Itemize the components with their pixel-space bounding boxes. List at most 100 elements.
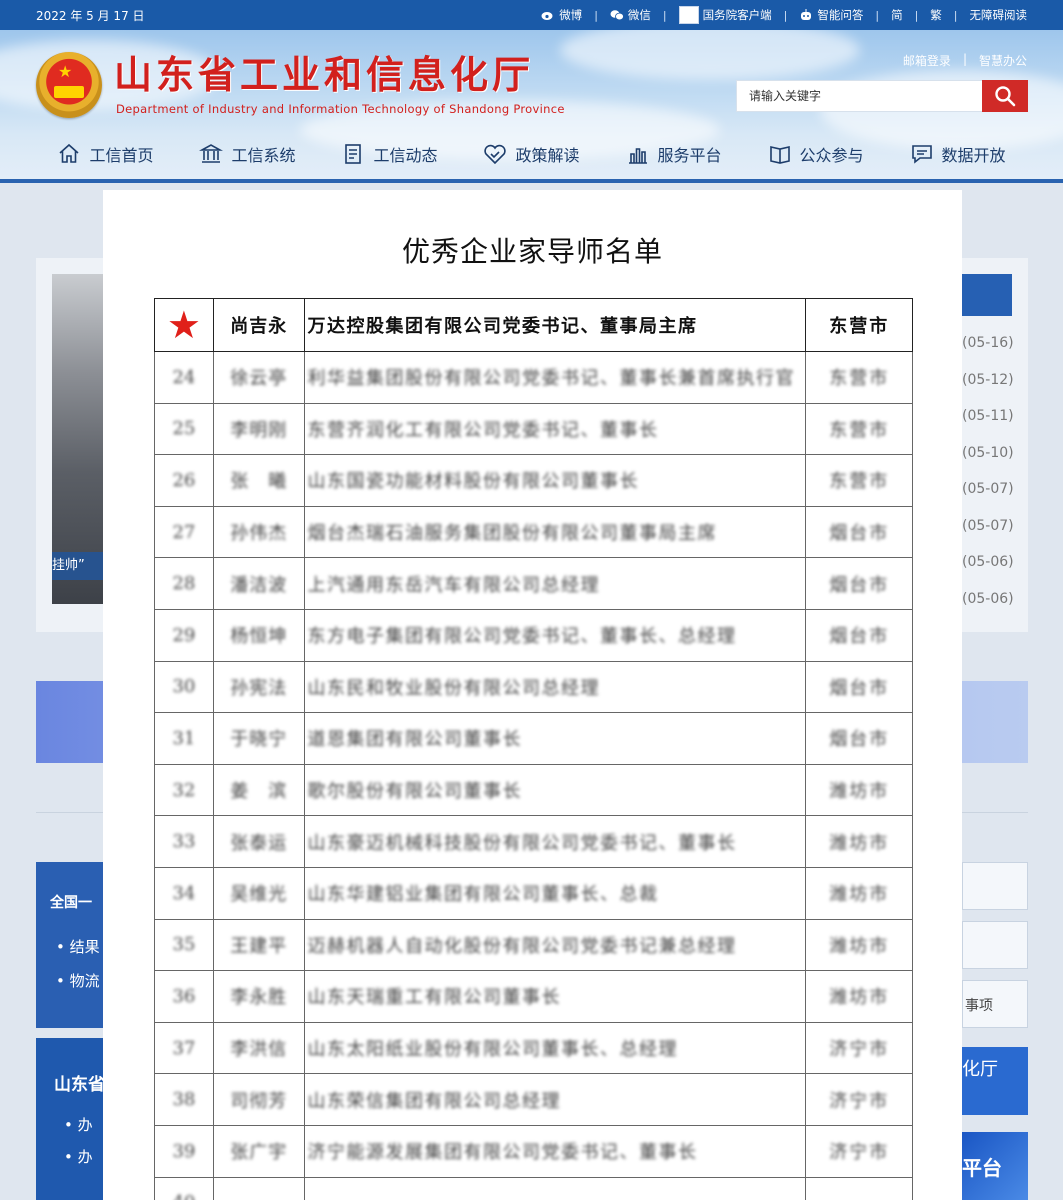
mentor-table: ★ 尚吉永 万达控股集团有限公司党委书记、董事局主席 东营市 24 徐云亭 利华益集…	[154, 298, 913, 1200]
service-card-shandong[interactable]: 山东省 • 办 • 办	[36, 1038, 104, 1200]
dept-banner[interactable]: 化厅	[962, 1047, 1028, 1115]
mentor-city: 东营市	[805, 402, 913, 456]
mentor-company	[303, 1176, 807, 1200]
row-number: 33	[154, 815, 214, 868]
mentor-company: 万达控股集团有限公司党委书记、董事局主席	[303, 298, 807, 352]
mentor-city: 潍坊市	[805, 815, 913, 868]
row-number: 28	[154, 557, 214, 610]
accessibility-link[interactable]: 无障碍阅读	[970, 7, 1028, 23]
news-date: (05-07)	[962, 481, 1014, 497]
row-number: 25	[154, 402, 214, 456]
mentor-city: 济宁市	[805, 1124, 913, 1178]
table-row: 28 潘洁波 上汽通用东岳汽车有限公司总经理 烟台市	[154, 557, 913, 610]
photo-caption: 挂帅”	[52, 552, 104, 580]
weibo-link[interactable]: 微博	[541, 7, 582, 23]
row-number: 32	[154, 763, 214, 817]
mentor-city: 潍坊市	[805, 866, 913, 920]
building-icon	[199, 144, 224, 163]
mentor-city: 潍坊市	[805, 970, 913, 1023]
robot-icon	[801, 9, 812, 20]
mentor-name: 于晓宁	[212, 712, 305, 765]
mentor-name: 李洪信	[212, 1021, 305, 1075]
service-box[interactable]	[962, 921, 1028, 969]
mentor-city: 烟台市	[805, 712, 913, 765]
current-date: 2022 年 5 月 17 日	[36, 8, 145, 23]
mentor-name: 王建平	[212, 918, 305, 972]
table-row: 33 张泰运 山东豪迈机械科技股份有限公司党委书记、董事长 潍坊市	[154, 815, 913, 868]
mentor-company: 东营齐润化工有限公司党委书记、董事长	[303, 402, 807, 456]
document-overlay: 优秀企业家导师名单 ★ 尚吉永 万达控股集团有限公司党委书记、董事局主席 东营市…	[103, 190, 962, 1200]
service-box[interactable]	[962, 862, 1028, 910]
nav-policy[interactable]: 政策解读	[483, 142, 580, 166]
news-date: (05-12)	[962, 371, 1014, 388]
service-card-national[interactable]: 全国一 • 结果 • 物流	[36, 862, 104, 1028]
main-nav: 工信首页 工信系统 工信动态 政策解读 服务平台 公众参与 数据开放	[0, 130, 1063, 178]
row-number: 36	[154, 970, 214, 1023]
nav-home[interactable]: 工信首页	[57, 142, 153, 166]
mentor-company: 山东民和牧业股份有限公司总经理	[303, 660, 807, 714]
row-number: 38	[154, 1073, 214, 1126]
nav-service[interactable]: 服务平台	[626, 142, 722, 166]
traditional-chinese-link[interactable]: 繁	[930, 7, 942, 23]
mentor-company: 山东国瓷功能材料股份有限公司董事长	[303, 454, 807, 507]
mentor-city	[805, 1176, 913, 1200]
nav-open-data[interactable]: 数据开放	[910, 142, 1006, 166]
mentor-name: 张泰运	[212, 815, 305, 868]
search-input[interactable]	[737, 81, 982, 111]
mentor-name: 徐云亭	[212, 351, 305, 404]
mentor-company: 利华益集团股份有限公司党委书记、董事长兼首席执行官	[303, 351, 807, 404]
row-number: 30	[154, 660, 214, 714]
mentor-company: 山东豪迈机械科技股份有限公司党委书记、董事长	[303, 815, 807, 868]
mentor-name: 孙伟杰	[212, 505, 305, 559]
nav-news[interactable]: 工信动态	[341, 142, 437, 166]
mentor-city: 潍坊市	[805, 763, 913, 817]
platform-banner[interactable]: 平台	[962, 1132, 1028, 1200]
table-row: 31 于晓宁 道恩集团有限公司董事长 烟台市	[154, 712, 913, 765]
table-row: 25 李明刚 东营齐润化工有限公司党委书记、董事长 东营市	[154, 402, 913, 456]
table-row: 34 吴维光 山东华建铝业集团有限公司董事长、总裁 潍坊市	[154, 866, 913, 920]
site-title[interactable]: 山东省工业和信息化厅	[114, 52, 534, 98]
service-box[interactable]: 事项	[962, 980, 1028, 1028]
news-tab-active[interactable]	[962, 274, 1012, 316]
search-button[interactable]	[982, 80, 1028, 112]
mentor-company: 道恩集团有限公司董事长	[303, 712, 807, 765]
mentor-city: 烟台市	[805, 505, 913, 559]
table-row: 39 张广宇 济宁能源发展集团有限公司党委书记、董事长 济宁市	[154, 1124, 913, 1178]
nav-system[interactable]: 工信系统	[199, 142, 295, 166]
row-number: 26	[154, 454, 214, 507]
mentor-city: 东营市	[805, 351, 913, 404]
mentor-company: 山东荣信集团有限公司总经理	[303, 1073, 807, 1126]
row-number: 37	[154, 1021, 214, 1075]
mail-login-link[interactable]: 邮箱登录	[903, 52, 951, 69]
chart-icon	[628, 148, 647, 164]
smart-qa-link[interactable]: 智能问答	[799, 7, 863, 23]
table-row: 32 姜 滨歌尔股份有限公司董事长 潍坊市	[154, 763, 913, 817]
nav-participation[interactable]: 公众参与	[768, 142, 864, 166]
search-box	[736, 80, 1028, 112]
mentor-name: 李永胜	[212, 970, 305, 1023]
simplified-chinese-link[interactable]: 简	[891, 7, 903, 23]
mentor-name	[212, 1176, 305, 1200]
table-row: 24 徐云亭 利华益集团股份有限公司党委书记、董事长兼首席执行官 东营市	[154, 351, 913, 404]
mentor-name: 张广宇	[212, 1124, 305, 1178]
mentor-name: 潘洁波	[212, 557, 305, 610]
mentor-company: 上汽通用东岳汽车有限公司总经理	[303, 557, 807, 610]
news-date: (05-06)	[962, 590, 1014, 607]
star-icon: ★	[154, 298, 214, 352]
smart-office-link[interactable]: 智慧办公	[979, 52, 1027, 69]
state-council-app-link[interactable]: 国务院客户端	[678, 6, 772, 24]
mentor-city: 烟台市	[805, 660, 913, 714]
handshake-icon	[484, 144, 507, 165]
row-number: 40	[154, 1176, 214, 1200]
site-header: ★ 山东省工业和信息化厅 Department of Industry and …	[0, 30, 1063, 180]
wechat-link[interactable]: 微信	[610, 7, 651, 23]
table-row: 36 李永胜 山东天瑞重工有限公司董事长 潍坊市	[154, 970, 913, 1023]
mentor-company: 东方电子集团有限公司党委书记、董事长、总经理	[303, 608, 807, 662]
mentor-company: 烟台杰瑞石油服务集团股份有限公司董事局主席	[303, 505, 807, 559]
mentor-city: 潍坊市	[805, 918, 913, 972]
table-row: 37 李洪信 山东太阳纸业股份有限公司董事长、总经理 济宁市	[154, 1021, 913, 1075]
top-bar: 2022 年 5 月 17 日 微博 | 微信 | 国务院客户端 | 智能问答 …	[0, 0, 1063, 30]
mentor-city: 烟台市	[805, 608, 913, 662]
news-date: (05-06)	[962, 554, 1014, 570]
news-date: (05-10)	[962, 444, 1014, 461]
